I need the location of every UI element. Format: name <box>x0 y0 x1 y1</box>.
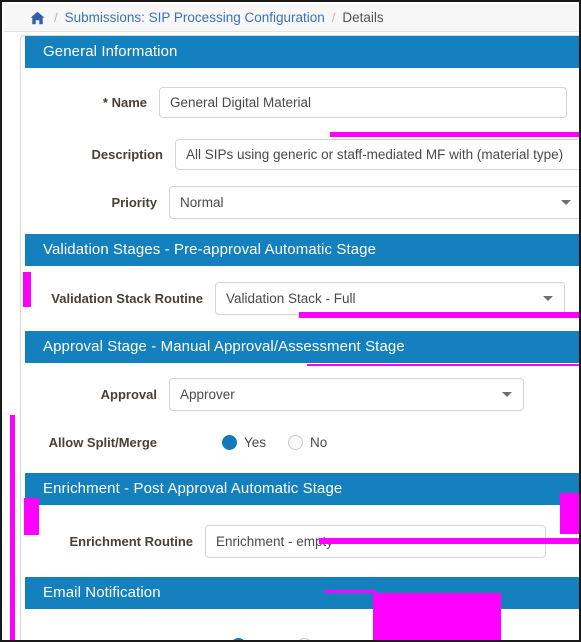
configuration-form-card: General Information * Name General Digit… <box>20 35 579 641</box>
field-label-description: Description <box>91 146 163 162</box>
field-label-name: * Name <box>102 94 147 110</box>
annotation-mark-name-underline <box>330 132 579 137</box>
section-body-general-information: * Name General Digital Material Descript… <box>21 68 579 234</box>
field-row-priority: Priority Normal <box>25 182 579 222</box>
annotation-mark-validation-underline <box>299 312 579 318</box>
send-notification-radio-no[interactable]: No <box>297 637 336 641</box>
field-row-approval: Approval Approver <box>25 374 579 414</box>
allow-split-merge-radio-yes[interactable]: Yes <box>222 434 267 450</box>
approval-select[interactable]: Approver <box>169 377 524 411</box>
priority-select-value: Normal <box>180 194 224 210</box>
field-row-allow-split-merge: Allow Split/Merge Yes No <box>25 422 579 462</box>
priority-select[interactable]: Normal <box>169 185 579 219</box>
field-label-send-notification: Send Notification <box>25 638 205 641</box>
name-input[interactable]: General Digital Material <box>159 86 567 118</box>
allow-split-merge-no-label: No <box>310 434 328 450</box>
annotation-mark-notification-underline <box>324 590 376 593</box>
annotation-mark-enrichment-right-block <box>560 493 579 534</box>
enrichment-routine-value: Enrichment - empty <box>216 533 334 549</box>
radio-unselected-icon <box>288 434 304 450</box>
section-header-enrichment: Enrichment - Post Approval Automatic Sta… <box>25 473 579 505</box>
annotation-mark-left-rail <box>10 415 15 640</box>
home-icon[interactable] <box>30 11 45 25</box>
breadcrumb-separator-1: / <box>54 10 58 25</box>
field-label-priority: Priority <box>111 194 157 210</box>
application-window: / Submissions: SIP Processing Configurat… <box>0 0 581 642</box>
chevron-down-icon <box>543 296 553 301</box>
annotation-mark-validation-left-tab <box>23 272 31 307</box>
validation-stack-routine-select[interactable]: Validation Stack - Full <box>215 281 565 315</box>
annotation-mark-approval-underline <box>307 364 579 366</box>
send-notification-yes-label: Yes <box>253 638 275 641</box>
breadcrumb: / Submissions: SIP Processing Configurat… <box>4 4 579 32</box>
breadcrumb-link-submissions[interactable]: Submissions: SIP Processing Configuratio… <box>65 10 325 25</box>
annotation-mark-enrichment-underline <box>319 538 579 544</box>
field-label-validation-stack-routine: Validation Stack Routine <box>51 290 203 306</box>
field-label-enrichment-routine: Enrichment Routine <box>69 533 193 549</box>
section-header-validation-stages: Validation Stages - Pre-approval Automat… <box>25 234 579 266</box>
radio-unselected-icon <box>297 637 313 640</box>
allow-split-merge-yes-label: Yes <box>244 434 267 450</box>
radio-selected-icon <box>231 637 246 640</box>
send-notification-radio-group: Yes No <box>231 637 358 641</box>
section-body-approval-stage: Approval Approver Allow Split/Merge Yes … <box>21 363 579 473</box>
field-label-allow-split-merge: Allow Split/Merge <box>48 434 157 450</box>
chevron-down-icon <box>502 392 512 397</box>
radio-selected-icon <box>222 434 237 450</box>
allow-split-merge-radio-no[interactable]: No <box>288 434 328 450</box>
approval-select-value: Approver <box>180 386 235 402</box>
validation-stack-routine-value: Validation Stack - Full <box>226 290 356 306</box>
send-notification-no-label: No <box>319 638 336 641</box>
send-notification-radio-yes[interactable]: Yes <box>231 637 275 641</box>
section-header-approval-stage: Approval Stage - Manual Approval/Assessm… <box>25 331 579 363</box>
section-header-general-information: General Information <box>25 36 579 68</box>
breadcrumb-current-details: Details <box>342 10 384 25</box>
breadcrumb-separator-2: / <box>331 10 336 25</box>
annotation-mark-enrichment-left-tab <box>24 498 39 535</box>
field-label-approval: Approval <box>100 386 157 402</box>
annotation-mark-notification-block <box>373 593 501 640</box>
field-row-description: Description All SIPs using generic or st… <box>25 134 579 174</box>
field-row-name: * Name General Digital Material <box>25 82 579 122</box>
section-body-validation-stages: Validation Stack Routine Validation Stac… <box>21 266 579 331</box>
allow-split-merge-radio-group: Yes No <box>222 434 349 450</box>
description-input[interactable]: All SIPs using generic or staff-mediated… <box>175 138 579 170</box>
chevron-down-icon <box>561 200 571 205</box>
